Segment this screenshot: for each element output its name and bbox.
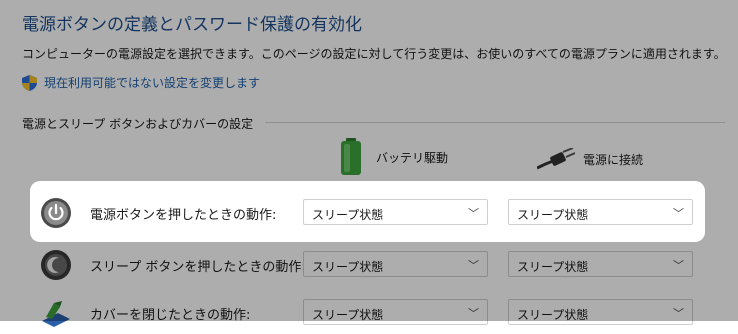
- power-button-plugged-select[interactable]: スリープ状態 ﹀: [508, 199, 693, 225]
- power-button-battery-value: スリープ状態: [312, 208, 384, 222]
- power-button-icon: [41, 198, 71, 228]
- power-button-battery-select[interactable]: スリープ状態 ﹀: [303, 199, 488, 225]
- power-button-row: 電源ボタンを押したときの動作: スリープ状態 ﹀ スリープ状態 ﹀: [0, 190, 738, 234]
- chevron-down-icon: ﹀: [468, 207, 479, 220]
- power-button-plugged-value: スリープ状態: [517, 208, 589, 222]
- power-button-label: 電源ボタンを押したときの動作:: [90, 208, 277, 223]
- dim-overlay: [0, 0, 738, 321]
- chevron-down-icon: ﹀: [673, 207, 684, 220]
